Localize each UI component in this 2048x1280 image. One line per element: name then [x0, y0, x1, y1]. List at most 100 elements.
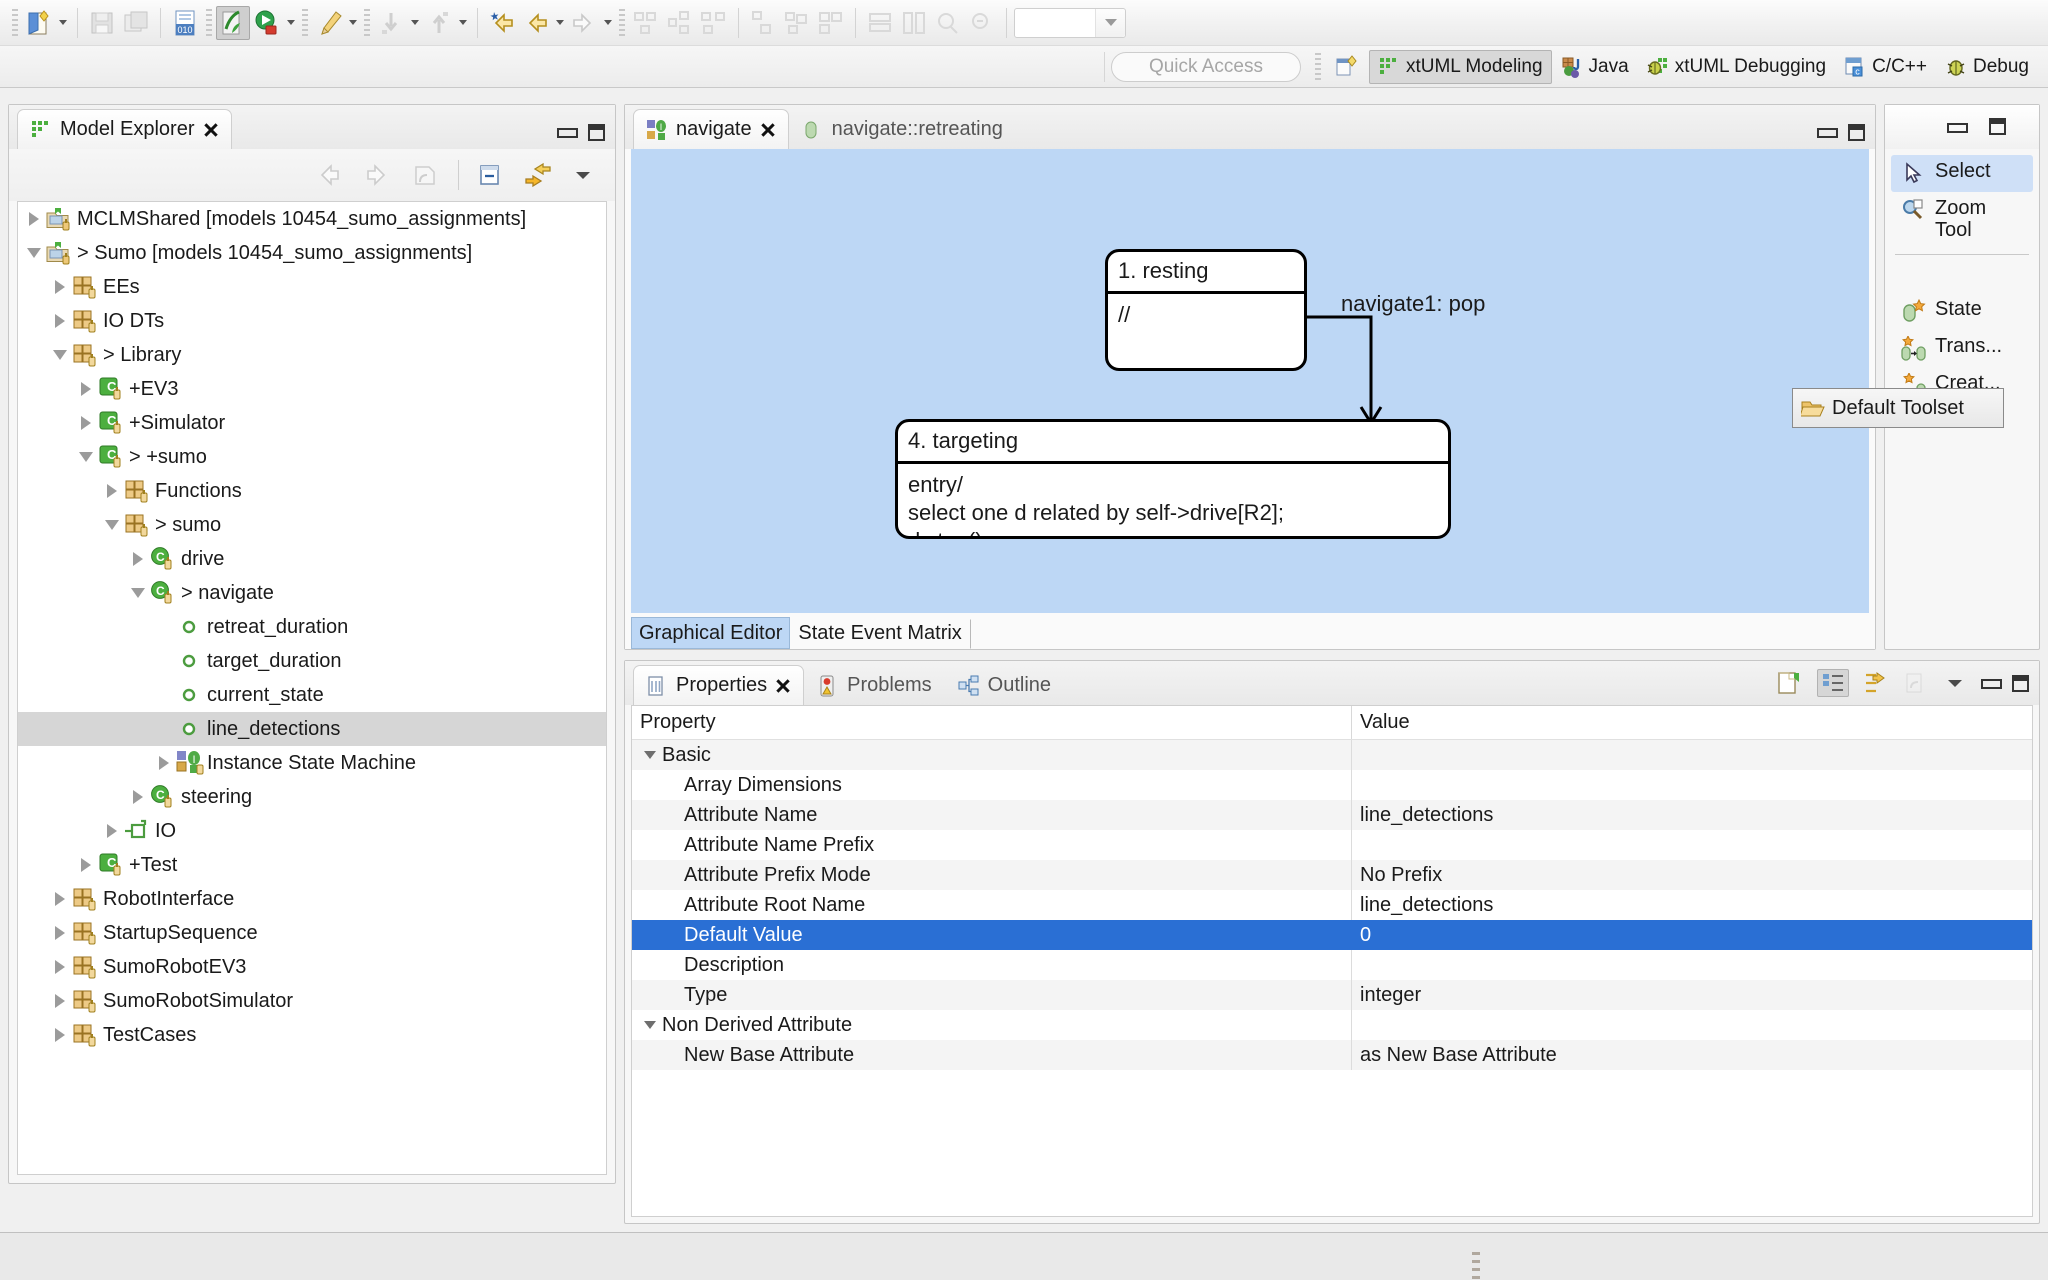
palette-tool-state[interactable]: State — [1891, 293, 2033, 330]
up-arrow-icon[interactable] — [410, 162, 440, 188]
tree-item-current-state[interactable]: current_state — [18, 678, 606, 712]
chevron-right-icon[interactable] — [100, 474, 124, 508]
column-header-value[interactable]: Value — [1352, 711, 2032, 734]
tree-item-steering[interactable]: Csteering — [18, 780, 606, 814]
perspective-xtuml-modeling[interactable]: xtUML Modeling — [1368, 49, 1552, 84]
close-icon[interactable] — [203, 122, 219, 138]
back-icon[interactable] — [519, 6, 553, 40]
minimize-icon[interactable] — [1981, 675, 2002, 692]
maximize-icon[interactable] — [588, 124, 605, 141]
tab-graphical-editor[interactable]: Graphical Editor — [631, 617, 791, 649]
view-menu-icon[interactable] — [571, 164, 595, 186]
property-value-cell[interactable]: 0 — [1352, 920, 2032, 950]
zoom-in-icon[interactable] — [863, 6, 897, 40]
state-box-targeting[interactable]: 4. targeting entry/ select one d related… — [895, 419, 1451, 539]
tab-outline[interactable]: Outline — [945, 665, 1064, 705]
step-return-icon[interactable] — [422, 6, 456, 40]
palette-tool-select[interactable]: Select — [1891, 155, 2033, 192]
restore-icon[interactable] — [1903, 671, 1929, 695]
tree-item-mclmshared-models-10454-sumo-assignments[interactable]: MCLMShared [models 10454_sumo_assignment… — [18, 202, 606, 236]
property-value-cell[interactable]: No Prefix — [1352, 860, 2032, 890]
tree-item-sumo[interactable]: > sumo — [18, 508, 606, 542]
chevron-down-icon[interactable] — [48, 338, 72, 372]
run-icon[interactable] — [250, 6, 284, 40]
step-into-icon[interactable] — [374, 6, 408, 40]
distribute-horizontal-icon[interactable] — [746, 6, 780, 40]
chevron-right-icon[interactable] — [48, 984, 72, 1018]
tab-properties[interactable]: Properties — [633, 665, 805, 705]
chevron-right-icon[interactable] — [48, 304, 72, 338]
new-icon[interactable] — [22, 6, 56, 40]
table-row[interactable]: Attribute Name Prefix — [632, 830, 2032, 860]
chevron-down-icon[interactable] — [22, 236, 46, 270]
perspective-cpp[interactable]: c C/C++ — [1835, 50, 1936, 84]
property-value-cell[interactable] — [1352, 1010, 2032, 1040]
close-icon[interactable] — [775, 678, 791, 694]
table-row[interactable]: Type integer — [632, 980, 2032, 1010]
chevron-right-icon[interactable] — [48, 882, 72, 916]
table-row[interactable]: New Base Attribute as New Base Attribute — [632, 1040, 2032, 1070]
open-perspective-button[interactable] — [1325, 49, 1369, 85]
chevron-down-icon[interactable] — [644, 1021, 656, 1029]
tab-state-event-matrix[interactable]: State Event Matrix — [790, 617, 969, 649]
tree-item-navigate[interactable]: C > navigate — [18, 576, 606, 610]
minimize-icon[interactable] — [1817, 124, 1838, 141]
maximize-icon[interactable] — [1848, 124, 1865, 141]
tree-item-target-duration[interactable]: target_duration — [18, 644, 606, 678]
property-value-cell[interactable]: line_detections — [1352, 890, 2032, 920]
forward-dropdown-arrow[interactable] — [601, 6, 615, 40]
toolbar-grip[interactable] — [302, 8, 308, 37]
chevron-right-icon[interactable] — [126, 780, 150, 814]
property-value-cell[interactable] — [1352, 770, 2032, 800]
align-left-icon[interactable] — [629, 6, 663, 40]
zoom-level-combo[interactable] — [1014, 7, 1126, 38]
state-box-resting[interactable]: 1. resting // — [1105, 249, 1307, 371]
perspective-grip[interactable] — [1314, 52, 1321, 81]
new-property-icon[interactable] — [1775, 670, 1803, 696]
tree-item-simulator[interactable]: C +Simulator — [18, 406, 606, 440]
perspective-xtuml-debugging[interactable]: xtUML Debugging — [1638, 50, 1835, 84]
property-value-cell[interactable]: as New Base Attribute — [1352, 1040, 2032, 1070]
chevron-right-icon[interactable] — [74, 372, 98, 406]
chevron-down-icon[interactable] — [100, 508, 124, 542]
chevron-right-icon[interactable] — [48, 1018, 72, 1052]
chevron-down-icon[interactable] — [126, 576, 150, 610]
tree-item-startupsequence[interactable]: StartupSequence — [18, 916, 606, 950]
tree-item-testcases[interactable]: TestCases — [18, 1018, 606, 1052]
zoom-out-icon[interactable] — [897, 6, 931, 40]
toolbar-grip[interactable] — [364, 8, 370, 37]
chevron-down-icon[interactable] — [74, 440, 98, 474]
status-bar-grip[interactable] — [1472, 1252, 1480, 1280]
tree-item-robotinterface[interactable]: RobotInterface — [18, 882, 606, 916]
properties-table[interactable]: Property Value Basic Array Dimensions Attr… — [631, 705, 2033, 1217]
chevron-right-icon[interactable] — [74, 406, 98, 440]
external-tools-dropdown-arrow[interactable] — [346, 6, 360, 40]
property-value-cell[interactable]: line_detections — [1352, 800, 2032, 830]
chevron-right-icon[interactable] — [48, 950, 72, 984]
column-header-property[interactable]: Property — [632, 706, 1352, 739]
state-machine-canvas[interactable]: 1. resting // navigate1: pop 4. targetin… — [631, 149, 1869, 613]
palette-tool-transition[interactable]: Trans... — [1891, 330, 2033, 367]
tree-item-functions[interactable]: Functions — [18, 474, 606, 508]
forward-icon[interactable] — [567, 6, 601, 40]
save-all-icon[interactable] — [119, 6, 153, 40]
chevron-right-icon[interactable] — [22, 202, 46, 236]
table-row[interactable]: Non Derived Attribute — [632, 1010, 2032, 1040]
zoom-fit-icon[interactable] — [931, 6, 965, 40]
verify-model-icon[interactable] — [216, 5, 250, 40]
tree-item-io-dts[interactable]: IO DTs — [18, 304, 606, 338]
align-right-icon[interactable] — [697, 6, 731, 40]
maximize-icon[interactable] — [1989, 118, 2006, 135]
external-tools-icon[interactable] — [312, 6, 346, 40]
collapse-all-icon[interactable] — [477, 162, 505, 188]
tab-navigate-retreating[interactable]: navigate::retreating — [789, 109, 1016, 149]
property-value-cell[interactable]: integer — [1352, 980, 2032, 1010]
toolbar-grip[interactable] — [619, 8, 625, 37]
chevron-down-icon[interactable] — [644, 751, 656, 759]
tree-item-line-detections[interactable]: line_detections — [18, 712, 606, 746]
close-icon[interactable] — [760, 122, 776, 138]
run-dropdown-arrow[interactable] — [284, 6, 298, 40]
align-center-icon[interactable] — [663, 6, 697, 40]
tree-item-drive[interactable]: Cdrive — [18, 542, 606, 576]
property-value-cell[interactable] — [1352, 740, 2032, 770]
